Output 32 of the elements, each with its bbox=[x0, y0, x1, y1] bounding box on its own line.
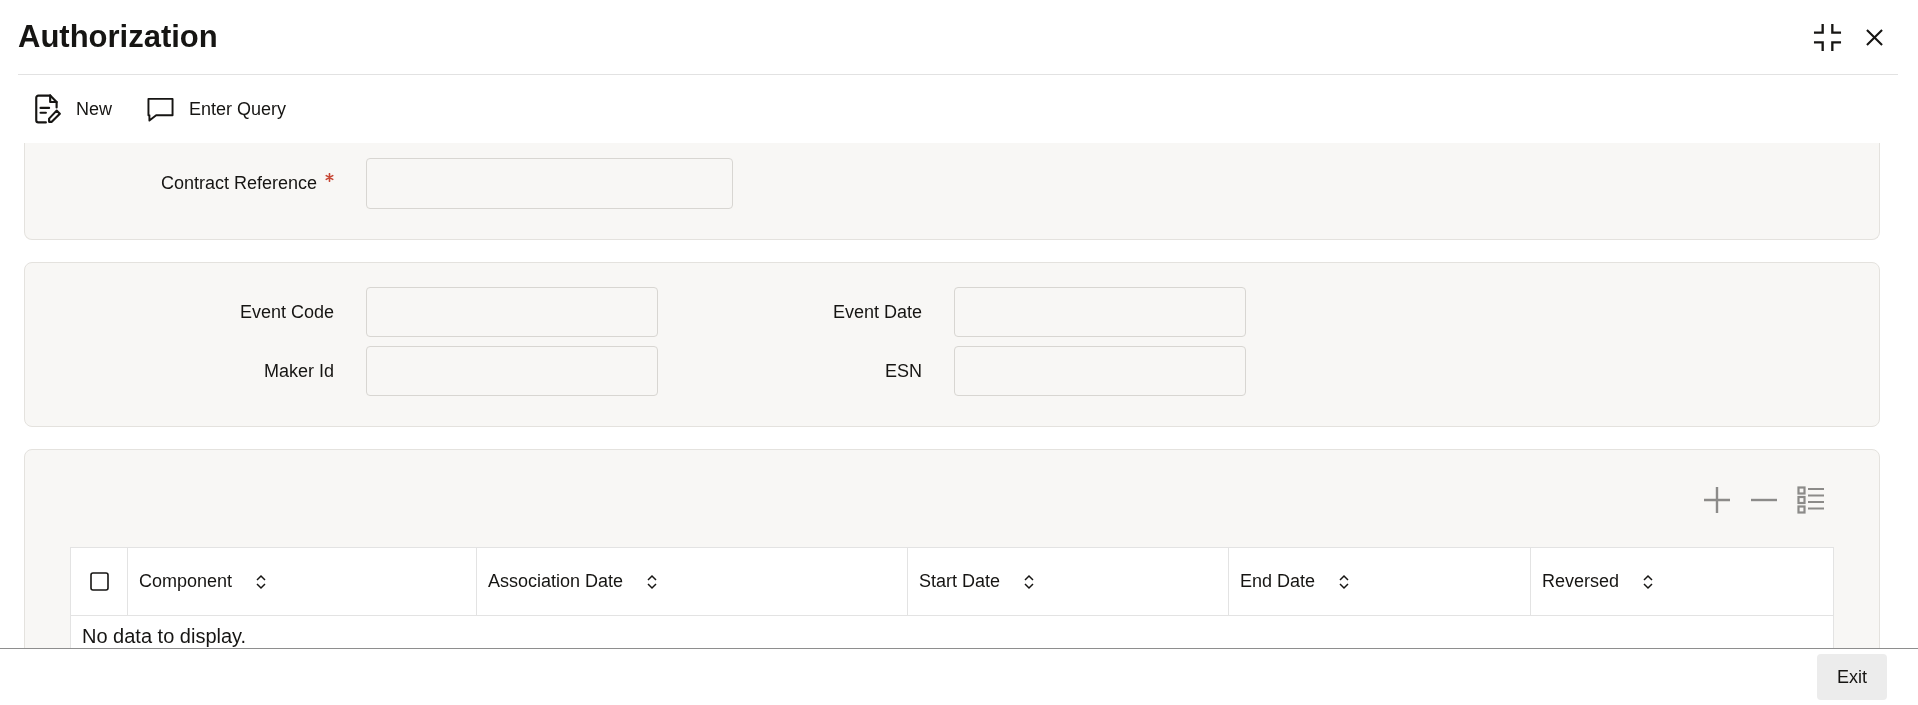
list-icon[interactable] bbox=[1797, 486, 1825, 514]
toolbar-button[interactable]: New bbox=[34, 94, 112, 124]
text-field[interactable] bbox=[366, 346, 658, 396]
field-label: ESN bbox=[885, 360, 922, 382]
column-header[interactable]: End Date bbox=[1229, 548, 1531, 615]
empty-message: No data to display. bbox=[82, 625, 247, 648]
field-label: Contract Reference bbox=[160, 173, 317, 194]
column-header[interactable]: Reversed bbox=[1531, 548, 1833, 615]
sort-icon bbox=[647, 573, 658, 590]
close-icon[interactable] bbox=[1866, 28, 1883, 46]
toolbar-button[interactable]: Enter Query bbox=[147, 96, 287, 122]
collapse-icon[interactable] bbox=[1813, 22, 1842, 52]
exit-button[interactable]: Exit bbox=[1817, 654, 1887, 700]
column-header[interactable]: Component bbox=[128, 548, 477, 615]
sort-icon bbox=[1024, 573, 1035, 590]
sort-icon bbox=[1643, 573, 1654, 590]
column-header[interactable]: Start Date bbox=[908, 548, 1229, 615]
field-label: Event Date bbox=[832, 301, 922, 323]
document-edit-icon bbox=[34, 94, 61, 124]
sort-icon bbox=[1339, 573, 1350, 590]
text-field[interactable] bbox=[954, 287, 1246, 337]
checkbox[interactable] bbox=[89, 572, 109, 591]
sort-icon bbox=[256, 573, 267, 590]
plus-icon[interactable] bbox=[1703, 486, 1731, 514]
column-header[interactable]: Association Date bbox=[477, 548, 908, 615]
field-label: Event Code bbox=[239, 301, 334, 323]
text-field[interactable] bbox=[366, 287, 658, 337]
field-label: Maker Id bbox=[263, 360, 334, 382]
speech-bubble-icon bbox=[147, 96, 174, 122]
text-field[interactable] bbox=[954, 346, 1246, 396]
text-field[interactable] bbox=[366, 158, 733, 209]
window-title: Authorization bbox=[18, 19, 218, 55]
